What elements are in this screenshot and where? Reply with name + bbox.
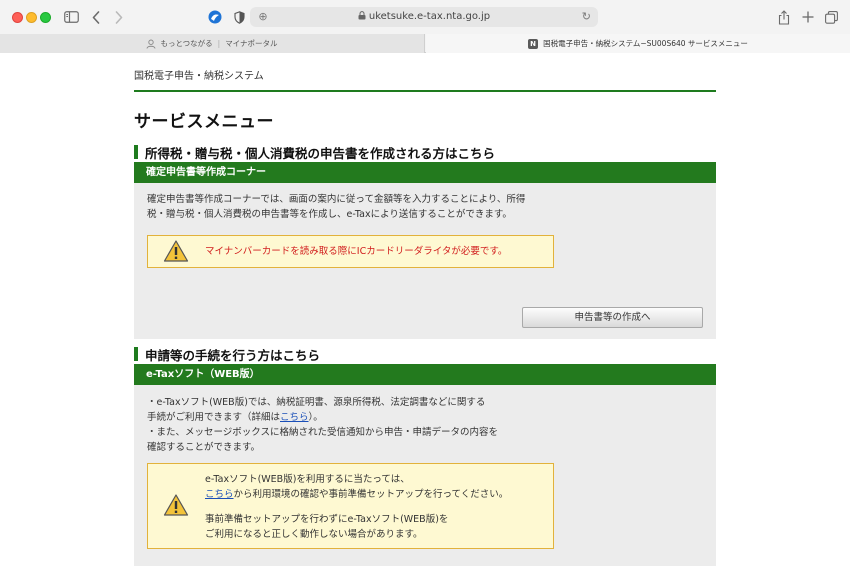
zoom-window-button[interactable] [40,12,51,23]
address-url: uketsuke.e-tax.nta.go.jp [250,10,598,24]
details-link[interactable]: こちら [280,412,309,423]
lock-icon [358,11,366,20]
card-reader-warning: マイナンバーカードを読み取る際にICカードリーダライタが必要です。 [147,235,554,268]
etax-web-description: ・e-Taxソフト(WEB版)では、納税証明書、源泉所得税、法定調書などに関する… [147,397,499,453]
minimize-window-button[interactable] [26,12,37,23]
close-window-button[interactable] [12,12,23,23]
back-icon[interactable] [90,8,102,26]
warning-icon [163,494,189,516]
corner-description: 確定申告書等作成コーナーでは、画面の案内に従って金額等を入力することにより、所得… [147,194,526,220]
browser-toolbar: ⊕ uketsuke.e-tax.nta.go.jp ↻ [0,0,850,34]
setup-warning-text: e-Taxソフト(WEB版)を利用するに当たっては、 こちらから利用環境の確認や… [205,474,509,540]
page-content: 国税電子申告・納税システム サービスメニュー 所得税・贈与税・個人消費税の申告書… [134,53,716,566]
browser-chrome: ⊕ uketsuke.e-tax.nta.go.jp ↻ もっとつながる | マ… [0,0,850,53]
site-favicon-icon: N [528,38,539,49]
tab-myna-portal[interactable]: もっとつながる | マイナポータル [0,34,425,53]
person-icon [146,39,156,49]
section-marker [134,145,138,159]
tab-etax-service-menu[interactable]: N 国税電子申告・納税システム−SU00S640 サービスメニュー [426,34,850,53]
privacy-shield-icon[interactable] [231,8,247,26]
setup-link[interactable]: こちら [205,489,234,500]
header-divider [134,90,716,92]
section-heading-applications: 申請等の手続を行う方はこちら [134,346,320,363]
etax-web-title-bar: e-Taxソフト（WEB版） [134,364,716,385]
share-icon[interactable] [777,8,791,26]
section-marker [134,347,138,361]
corner-title-bar: 確定申告書等作成コーナー [134,162,716,183]
new-tab-icon[interactable] [801,8,815,26]
reload-icon[interactable]: ↻ [582,10,591,24]
extension-icon[interactable] [207,8,223,26]
tab-bar: もっとつながる | マイナポータル N 国税電子申告・納税システム−SU00S6… [0,34,850,53]
tab-overview-icon[interactable] [824,8,838,26]
system-title: 国税電子申告・納税システム [134,71,264,82]
section-heading-income-tax: 所得税・贈与税・個人消費税の申告書を作成される方はこちら [134,144,495,161]
sidebar-toggle-icon[interactable] [63,8,79,26]
create-return-button[interactable]: 申告書等の作成へ [522,307,703,328]
page-title: サービスメニュー [134,112,274,132]
setup-warning: e-Taxソフト(WEB版)を利用するに当たっては、 こちらから利用環境の確認や… [147,463,554,549]
corner-panel: 確定申告書等作成コーナーでは、画面の案内に従って金額等を入力することにより、所得… [134,183,716,339]
forward-icon[interactable] [113,8,125,26]
address-bar[interactable]: ⊕ uketsuke.e-tax.nta.go.jp ↻ [250,7,598,27]
etax-web-panel: ・e-Taxソフト(WEB版)では、納税証明書、源泉所得税、法定調書などに関する… [134,385,716,566]
tab-title-separator: | [217,39,221,48]
warning-icon [163,240,189,262]
